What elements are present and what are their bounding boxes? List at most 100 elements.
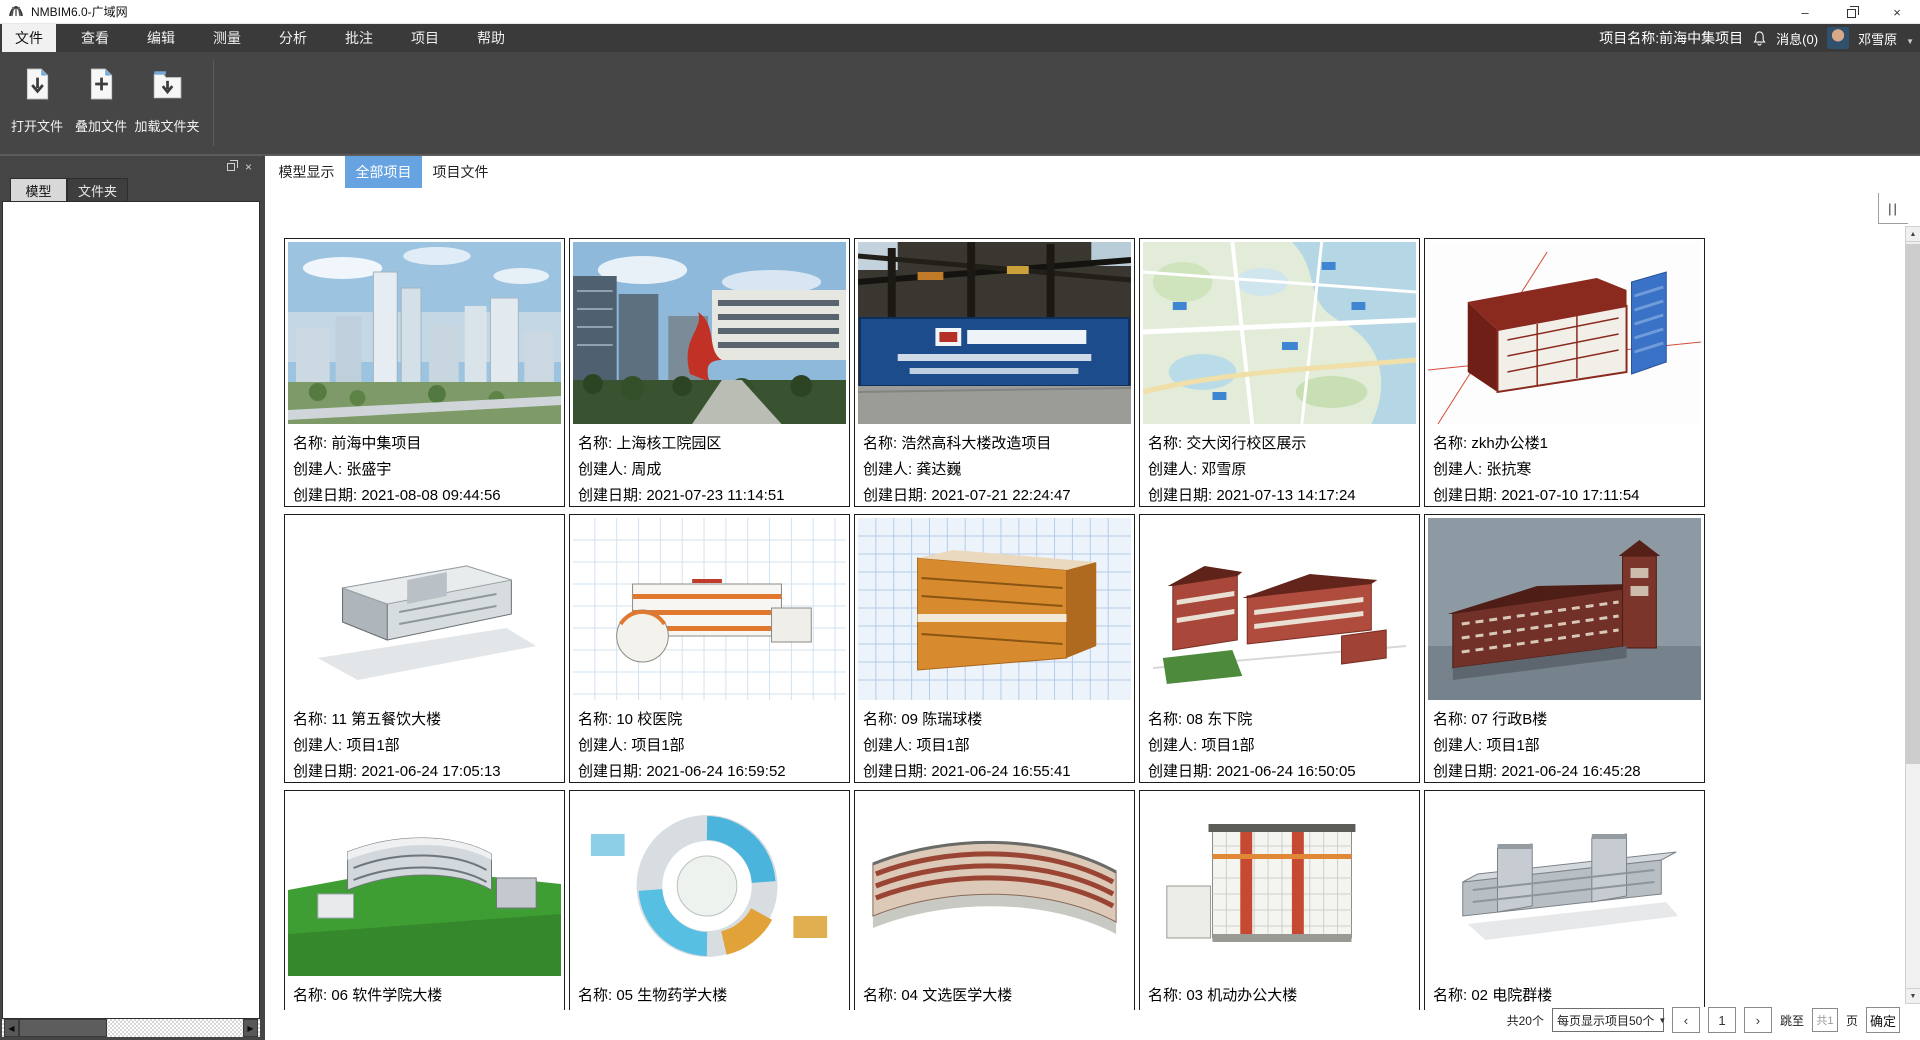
project-thumbnail (573, 794, 846, 976)
project-card[interactable]: 名称: 05 生物药学大楼 (569, 790, 850, 1010)
scrollbar-thumb[interactable] (1906, 244, 1920, 764)
maximize-button[interactable] (1828, 0, 1874, 24)
menu-item-file[interactable]: 文件 (2, 24, 56, 52)
scroll-down-icon[interactable]: ▼ (1906, 988, 1920, 1003)
project-creator: 创建人: 项目1部 (1148, 733, 1413, 759)
project-date: 创建日期: 2021-07-10 17:11:54 (1433, 483, 1698, 509)
project-card[interactable]: 名称: zkh办公楼1创建人: 张抗寒创建日期: 2021-07-10 17:1… (1424, 238, 1705, 507)
project-thumbnail (1143, 242, 1416, 424)
menu-item-analyze[interactable]: 分析 (266, 24, 320, 52)
project-card[interactable]: 名称: 06 软件学院大楼 (284, 790, 565, 1010)
tab-model-display[interactable]: 模型显示 (268, 156, 345, 188)
project-date: 创建日期: 2021-06-24 16:50:05 (1148, 759, 1413, 785)
restore-icon (1847, 9, 1856, 18)
project-card-text: 名称: 07 行政B楼创建人: 项目1部创建日期: 2021-06-24 16:… (1425, 700, 1704, 785)
overlay-file-label: 叠加文件 (75, 116, 127, 135)
project-card[interactable]: 名称: 10 校医院创建人: 项目1部创建日期: 2021-06-24 16:5… (569, 514, 850, 783)
page-size-select[interactable]: 每页显示项目50个 ▼ (1552, 1008, 1664, 1032)
project-card-text: 名称: 03 机动办公大楼 (1140, 976, 1419, 1009)
project-card[interactable]: 名称: 上海核工院园区创建人: 周成创建日期: 2021-07-23 11:14… (569, 238, 850, 507)
project-thumbnail (1143, 518, 1416, 700)
tab-project-files[interactable]: 项目文件 (422, 156, 499, 188)
project-thumbnail (573, 518, 846, 700)
menu-item-measure[interactable]: 测量 (200, 24, 254, 52)
jump-page-input[interactable]: 共1 (1812, 1008, 1838, 1032)
project-card[interactable]: 名称: 08 东下院创建人: 项目1部创建日期: 2021-06-24 16:5… (1139, 514, 1420, 783)
tab-model[interactable]: 模型 (10, 178, 67, 201)
project-card-text: 名称: 05 生物药学大楼 (570, 976, 849, 1009)
menu-item-annotate[interactable]: 批注 (332, 24, 386, 52)
project-name: 名称: 08 东下院 (1148, 707, 1413, 733)
main-content: 模型显示 全部项目 项目文件 || 名称: 前海中集项目创建人: 张盛宇创建日期… (262, 155, 1920, 1040)
menu-item-help[interactable]: 帮助 (464, 24, 518, 52)
next-page-button[interactable]: › (1744, 1007, 1772, 1033)
project-card[interactable]: 名称: 03 机动办公大楼 (1139, 790, 1420, 1010)
collapse-button[interactable]: || (1878, 193, 1908, 224)
project-card-text: 名称: 浩然高科大楼改造项目创建人: 龚达巍创建日期: 2021-07-21 2… (855, 424, 1134, 509)
confirm-button[interactable]: 确定 (1866, 1007, 1900, 1033)
project-card[interactable]: 名称: 11 第五餐饮大楼创建人: 项目1部创建日期: 2021-06-24 1… (284, 514, 565, 783)
tab-all-projects[interactable]: 全部项目 (345, 156, 422, 188)
user-caret-down-icon[interactable]: ▼ (1906, 37, 1914, 46)
close-panel-icon[interactable]: × (245, 161, 252, 173)
project-name: 名称: 浩然高科大楼改造项目 (863, 431, 1128, 457)
open-file-button[interactable]: 打开文件 (6, 60, 68, 146)
scrollbar-thumb[interactable] (19, 1019, 107, 1037)
project-card[interactable]: 名称: 交大闵行校区展示创建人: 邓雪原创建日期: 2021-07-13 14:… (1139, 238, 1420, 507)
menu-item-project[interactable]: 项目 (398, 24, 452, 52)
project-name: 名称: zkh办公楼1 (1433, 431, 1698, 457)
user-name[interactable]: 邓雪原 (1858, 29, 1897, 48)
page-size-value: 每页显示项目50个 (1557, 1012, 1654, 1029)
user-avatar[interactable] (1827, 27, 1849, 49)
pagination-bar: 共20个 每页显示项目50个 ▼ ‹ 1 › 跳至 共1 页 确定 (1507, 1007, 1900, 1033)
project-date: 创建日期: 2021-06-24 16:59:52 (578, 759, 843, 785)
current-page-button[interactable]: 1 (1708, 1007, 1736, 1033)
tab-folder[interactable]: 文件夹 (67, 178, 128, 201)
project-card[interactable]: 名称: 04 文选医学大楼 (854, 790, 1135, 1010)
model-tree-panel[interactable] (2, 201, 260, 1019)
close-button[interactable]: × (1874, 0, 1920, 24)
panel-horizontal-scrollbar[interactable]: ◀ ▶ (2, 1019, 260, 1037)
total-count-label: 共20个 (1507, 1012, 1544, 1029)
scroll-right-icon[interactable]: ▶ (243, 1019, 258, 1037)
project-creator: 创建人: 项目1部 (1433, 733, 1698, 759)
bell-icon[interactable] (1752, 30, 1767, 46)
project-card-text: 名称: 交大闵行校区展示创建人: 邓雪原创建日期: 2021-07-13 14:… (1140, 424, 1419, 509)
vertical-scrollbar[interactable]: ▲ ▼ (1905, 226, 1920, 1004)
project-card[interactable]: 名称: 02 电院群楼 (1424, 790, 1705, 1010)
prev-page-button[interactable]: ‹ (1672, 1007, 1700, 1033)
title-bar: NMBIM6.0-广域网 – × (0, 0, 1920, 24)
close-icon: × (1893, 5, 1901, 20)
jump-to-label: 跳至 (1780, 1012, 1804, 1029)
project-card[interactable]: 名称: 07 行政B楼创建人: 项目1部创建日期: 2021-06-24 16:… (1424, 514, 1705, 783)
scroll-left-icon[interactable]: ◀ (4, 1019, 19, 1037)
project-card[interactable]: 名称: 前海中集项目创建人: 张盛宇创建日期: 2021-08-08 09:44… (284, 238, 565, 507)
project-card[interactable]: 名称: 09 陈瑞球楼创建人: 项目1部创建日期: 2021-06-24 16:… (854, 514, 1135, 783)
project-card[interactable]: 名称: 浩然高科大楼改造项目创建人: 龚达巍创建日期: 2021-07-21 2… (854, 238, 1135, 507)
project-thumbnail (858, 794, 1131, 976)
project-thumbnail (288, 518, 561, 700)
project-name: 名称: 前海中集项目 (293, 431, 558, 457)
ribbon-toolbar: 打开文件 叠加文件 加载文件夹 (0, 52, 1920, 155)
project-creator: 创建人: 张盛宇 (293, 457, 558, 483)
menu-item-edit[interactable]: 编辑 (134, 24, 188, 52)
menu-item-view[interactable]: 查看 (68, 24, 122, 52)
project-thumbnail (1143, 794, 1416, 976)
float-panel-icon[interactable] (227, 163, 235, 171)
project-creator: 创建人: 项目1部 (578, 733, 843, 759)
dock-panel-header: × (0, 156, 262, 178)
project-thumbnail (858, 518, 1131, 700)
project-thumbnail (288, 794, 561, 976)
minimize-button[interactable]: – (1782, 0, 1828, 24)
main-tab-bar: 模型显示 全部项目 项目文件 (265, 156, 1920, 188)
app-icon (8, 4, 24, 20)
project-card-text: 名称: 前海中集项目创建人: 张盛宇创建日期: 2021-08-08 09:44… (285, 424, 564, 509)
scroll-up-icon[interactable]: ▲ (1906, 227, 1920, 242)
project-name: 名称: 05 生物药学大楼 (578, 983, 843, 1009)
project-name: 名称: 09 陈瑞球楼 (863, 707, 1128, 733)
overlay-file-button[interactable]: 叠加文件 (70, 60, 132, 146)
messages-label[interactable]: 消息(0) (1776, 29, 1818, 48)
project-date: 创建日期: 2021-07-23 11:14:51 (578, 483, 843, 509)
project-date: 创建日期: 2021-08-08 09:44:56 (293, 483, 558, 509)
load-folder-button[interactable]: 加载文件夹 (136, 60, 198, 146)
